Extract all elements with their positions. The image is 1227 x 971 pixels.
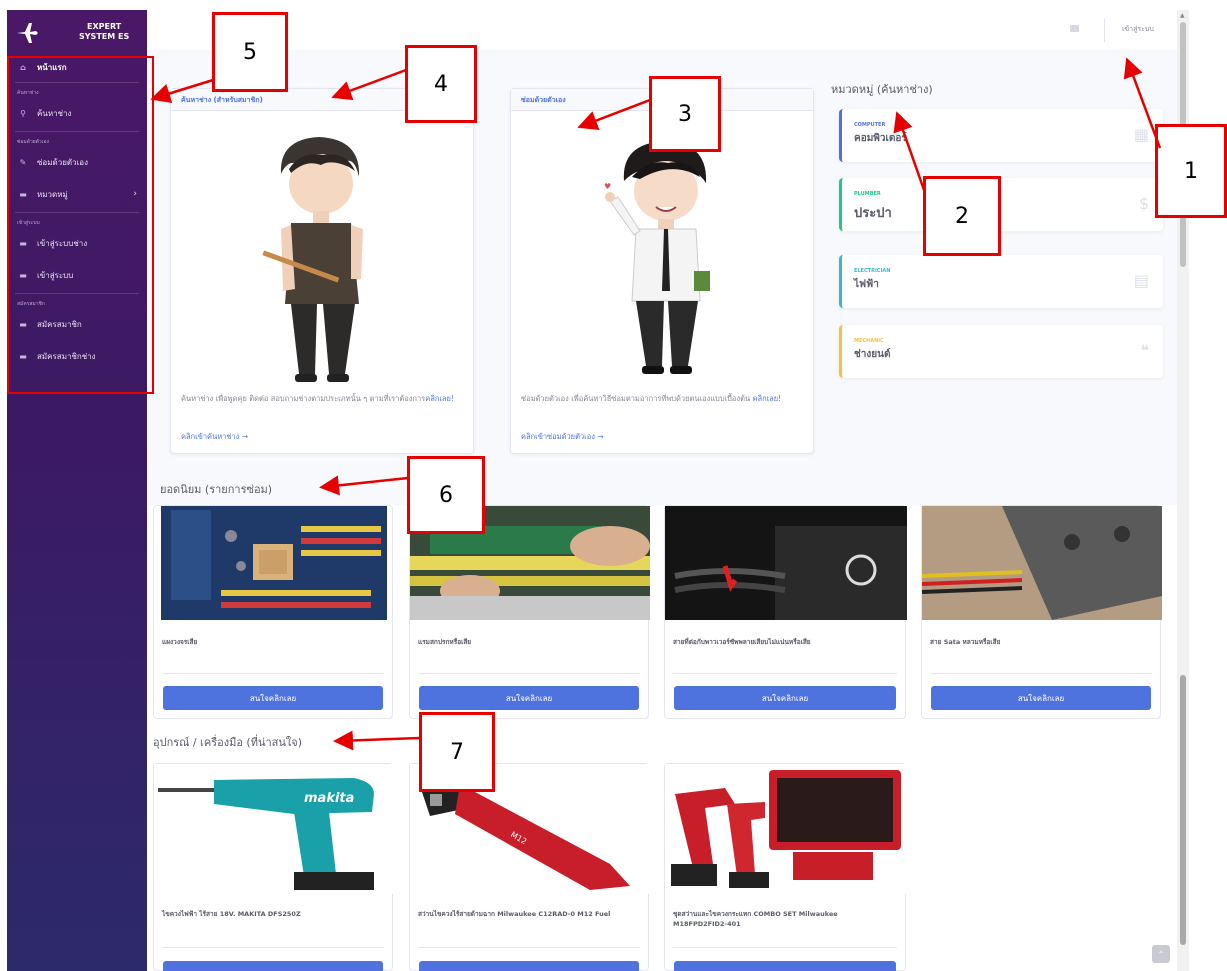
popular-card-3: สายที่ต่อกับพาวเวอร์ซัพพลายเสียบไม่แน่นห… <box>664 505 907 719</box>
annotation-label-1: 1 <box>1155 124 1227 218</box>
card-divider <box>418 947 640 948</box>
tool-item-name: ชุดสว่านและไขควงกระแทก COMBO SET Milwauk… <box>673 910 838 928</box>
makita-driver-image: makita <box>154 764 394 894</box>
category-th-label: ช่างยนต์ <box>854 349 891 360</box>
motherboard-image <box>161 506 387 620</box>
tool-card-3: ชุดสว่านและไขควงกระแทก COMBO SET Milwauk… <box>664 763 907 971</box>
category-th-label: ประปา <box>854 206 892 221</box>
repairman-illustration: ♥ <box>604 141 710 374</box>
category-th-label: ไฟฟ้า <box>854 279 879 290</box>
find-tech-footer-link[interactable]: คลิกเข้าค้นหาช่าง → <box>181 431 248 443</box>
interest-button[interactable] <box>163 961 383 971</box>
interest-button[interactable]: สนใจคลิกเลย <box>931 686 1151 710</box>
interest-button[interactable] <box>674 961 896 971</box>
self-repair-description: ซ่อมด้วยตัวเอง เพื่อค้นหาวิธีซ่อมตามอากา… <box>521 393 805 405</box>
interest-button[interactable]: สนใจคลิกเลย <box>419 686 639 710</box>
topbar: เข้าสู่ระบบ <box>147 10 1177 50</box>
arrow-7 <box>333 730 421 751</box>
annotation-label-7: 7 <box>419 712 495 792</box>
category-en-label: MECHANIC <box>854 338 884 344</box>
topbar-login-link[interactable]: เข้าสู่ระบบ <box>1122 24 1154 35</box>
popular-item-name: แรมสกปรกหรือเสีย <box>418 638 472 646</box>
annotation-label-5: 5 <box>212 12 288 92</box>
svg-text:♥: ♥ <box>604 182 611 191</box>
category-card-mechanic[interactable]: MECHANIC ช่างยนต์ ❝ <box>839 325 1163 378</box>
interest-button[interactable] <box>419 961 639 971</box>
category-en-label: PLUMBER <box>854 191 881 197</box>
category-card-computer[interactable]: COMPUTER คอมพิวเตอร์ ▦ <box>839 109 1163 162</box>
brand-line-1: EXPERT <box>87 22 122 31</box>
brand-name: EXPERT SYSTEM ES <box>79 22 129 42</box>
calendar-icon: ▦ <box>1133 125 1149 144</box>
card-divider <box>673 673 897 674</box>
hard-drive-image <box>922 506 1162 620</box>
card-divider <box>162 947 384 948</box>
annotation-label-2: 2 <box>923 176 1001 256</box>
card-divider <box>162 673 384 674</box>
interest-button[interactable]: สนใจคลิกเลย <box>163 686 383 710</box>
category-th-label: คอมพิวเตอร์ <box>854 133 907 144</box>
interest-button[interactable]: สนใจคลิกเลย <box>674 686 896 710</box>
clipboard-icon: ▤ <box>1133 271 1149 290</box>
sidebar-brand[interactable]: EXPERT SYSTEM ES <box>7 10 147 54</box>
popular-item-name: สายที่ต่อกับพาวเวอร์ซัพพลายเสียบไม่แน่นห… <box>673 638 811 646</box>
self-repair-footer-link[interactable]: คลิกเข้าซ่อมด้วยตัวเอง → <box>521 431 604 443</box>
popular-card-2: แรมสกปรกหรือเสีย สนใจคลิกเลย <box>409 505 650 719</box>
categories-title: หมวดหมู่ (ค้นหาช่าง) <box>831 83 933 96</box>
power-supply-image <box>665 506 907 620</box>
chevron-up-icon: ⌃ <box>1157 949 1165 959</box>
tool-card-1: makita ไขควงไฟฟ้า ไร้สาย 18V. MAKITA DFS… <box>153 763 394 971</box>
tools-title: อุปกรณ์ / เครื่องมือ (ที่น่าสนใจ) <box>153 736 302 749</box>
scroll-up-arrow-icon[interactable]: ▲ <box>1180 12 1185 19</box>
popular-item-name: แผงวงจรเสีย <box>162 638 198 646</box>
card-divider <box>673 947 897 948</box>
dollar-icon: $ <box>1138 194 1149 213</box>
annotation-label-6: 6 <box>407 456 485 534</box>
find-tech-inline-link[interactable]: คลิกเลย! <box>425 394 454 403</box>
popular-card-1: แผงวงจรเสีย สนใจคลิกเลย <box>153 505 393 719</box>
popular-item-name: สาย Sata หลวมหรือเสีย <box>930 638 1001 646</box>
tool-item-name: ไขควงไฟฟ้า ไร้สาย 18V. MAKITA DFS250Z <box>162 910 301 918</box>
card-divider <box>930 673 1152 674</box>
brand-line-2: SYSTEM ES <box>79 32 130 41</box>
annotation-label-4: 4 <box>405 45 477 123</box>
annotation-sidebar-outline <box>7 56 154 394</box>
comments-icon: ❝ <box>1140 341 1149 360</box>
envelope-icon[interactable] <box>1070 25 1079 32</box>
tool-card-2: M12 สว่านไขควงไร้สายด้ามฉาก Milwaukee C1… <box>409 763 650 971</box>
category-card-electrician[interactable]: ELECTRICIAN ไฟฟ้า ▤ <box>839 255 1163 308</box>
scrollbar-thumb-secondary[interactable] <box>1180 675 1186 945</box>
topbar-divider <box>1104 18 1105 42</box>
svg-text:makita: makita <box>304 791 354 806</box>
category-en-label: COMPUTER <box>854 122 886 128</box>
find-tech-text: ค้นหาช่าง เพื่อพูดคุย ติดต่อ สอบถามช่างต… <box>181 394 426 403</box>
find-tech-description: ค้นหาช่าง เพื่อพูดคุย ติดต่อ สอบถามช่างต… <box>181 393 465 405</box>
combo-set-image <box>665 764 907 894</box>
category-en-label: ELECTRICIAN <box>854 268 891 274</box>
airplane-icon <box>17 23 38 43</box>
self-repair-text: ซ่อมด้วยตัวเอง เพื่อค้นหาวิธีซ่อมตามอากา… <box>521 394 751 403</box>
find-tech-card: ค้นหาช่าง (สำหรับสมาชิก) ค้นหาช่าง เพื่อ… <box>170 88 474 454</box>
annotation-label-3: 3 <box>649 76 721 152</box>
technician-illustration <box>262 137 363 382</box>
page-root: EXPERT SYSTEM ES ⌂ หน้าแรก ค้นหาช่าง ⚲ ค… <box>0 0 1227 971</box>
category-card-plumber[interactable]: PLUMBER ประปา $ <box>839 178 1163 231</box>
popular-title: ยอดนิยม (รายการซ่อม) <box>160 483 273 496</box>
popular-card-4: สาย Sata หลวมหรือเสีย สนใจคลิกเลย <box>921 505 1162 719</box>
card-divider <box>418 673 640 674</box>
tool-item-name: สว่านไขควงไร้สายด้ามฉาก Milwaukee C12RAD… <box>418 910 611 918</box>
scroll-to-top-button[interactable]: ⌃ <box>1152 945 1170 963</box>
self-repair-inline-link[interactable]: คลิกเลย! <box>752 394 781 403</box>
